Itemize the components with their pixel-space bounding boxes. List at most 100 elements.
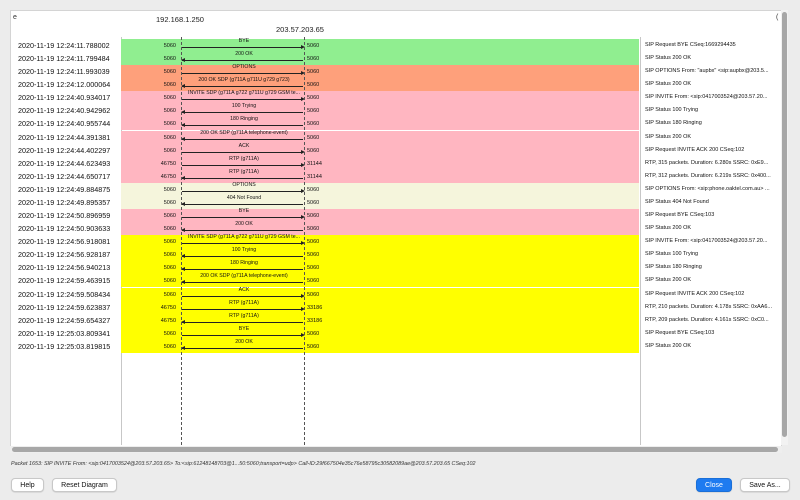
flow-row[interactable]: 2020-11-19 12:24:44.391381 5060 5060 200 OK…	[11, 129, 781, 144]
flow-row[interactable]: 2020-11-19 12:24:40.942962 5060 5060 100 Tr…	[11, 103, 781, 118]
flow-time: 2020-11-19 12:24:44.391381	[18, 132, 111, 142]
flow-left-port: 5060	[163, 56, 176, 63]
flow-comment: SIP Request INVITE ACK 200 CSeq:102	[645, 146, 745, 153]
flow-row[interactable]: 2020-11-19 12:24:49.884875 5060 5060 OPTION…	[11, 182, 781, 196]
flow-arrow-line	[182, 177, 303, 179]
flow-row[interactable]: 2020-11-19 12:24:59.654327 46750 33186 RTP …	[11, 313, 781, 327]
flow-message-label: 200 OK	[235, 51, 253, 58]
flow-message-label: 180 Ringing	[230, 116, 258, 123]
flow-right-port: 5060	[307, 291, 320, 298]
flow-row[interactable]: 2020-11-19 12:24:50.896959 5060 5060 BYE SIP…	[11, 208, 781, 223]
flow-row[interactable]: 2020-11-19 12:24:40.934017 5060 5060 INVITE…	[11, 90, 781, 105]
flow-left-port: 5060	[163, 265, 176, 272]
flow-row[interactable]: 2020-11-19 12:24:11.788002 5060 5060 BYE SIP…	[11, 38, 781, 52]
flow-right-port: 5060	[307, 56, 320, 63]
flow-comment: RTP, 312 packets. Duration: 6.219s SSRC:…	[645, 172, 771, 179]
close-button[interactable]: Close	[696, 478, 732, 492]
reset-diagram-button[interactable]: Reset Diagram	[52, 478, 117, 492]
flow-row[interactable]: 2020-11-19 12:24:11.799484 5060 5060 200 OK…	[11, 51, 781, 66]
flow-time: 2020-11-19 12:24:56.918081	[18, 237, 111, 247]
flow-message-label: 200 OK SDP (g711A telephone-event)	[200, 129, 288, 136]
flow-time: 2020-11-19 12:24:56.928187	[18, 250, 111, 260]
flow-comment: SIP Status 100 Trying	[645, 107, 699, 114]
flow-time: 2020-11-19 12:24:59.463915	[18, 276, 111, 286]
flow-arrow-line	[182, 256, 303, 258]
flow-left-port: 5060	[163, 252, 176, 259]
host-right-lifeline	[304, 37, 305, 445]
flow-right-port: 5060	[307, 186, 320, 193]
vertical-scrollbar[interactable]	[781, 10, 788, 445]
flow-left-port: 46750	[160, 173, 176, 180]
flow-comment: SIP Status 404 Not Found	[645, 198, 709, 205]
flow-comment: SIP OPTIONS From: <sip:phone.oaktel.com.…	[645, 185, 770, 192]
flow-right-port: 33186	[307, 317, 323, 324]
flow-left-port: 46750	[160, 304, 176, 311]
flow-time: 2020-11-19 12:24:40.934017	[18, 93, 111, 103]
flow-time: 2020-11-19 12:24:11.788002	[18, 41, 110, 50]
flow-message-label: 100 Trying	[231, 103, 257, 110]
flow-message-label: ACK	[238, 286, 250, 293]
flow-row[interactable]: 2020-11-19 12:24:49.895357 5060 5060 404 No…	[11, 194, 781, 209]
flow-left-port: 5060	[163, 213, 176, 220]
flow-right-port: 5060	[307, 134, 320, 141]
flow-row[interactable]: 2020-11-19 12:24:44.402297 5060 5060 ACK SIP…	[11, 142, 781, 157]
flow-row[interactable]: 2020-11-19 12:24:11.993039 5060 5060 OPTION…	[11, 64, 781, 79]
flow-row[interactable]: 2020-11-19 12:24:44.623493 46750 31144 RTP …	[11, 156, 781, 170]
flow-left-port: 5060	[163, 108, 176, 115]
flow-right-port: 5060	[307, 265, 320, 272]
flow-message-label: INVITE SDP (g711A g722 g711U g729 GSM te…	[188, 234, 300, 241]
flow-left-port: 5060	[163, 291, 176, 298]
host-left-lifeline	[181, 37, 182, 445]
flow-time: 2020-11-19 12:24:49.895357	[18, 197, 111, 207]
flow-comment: SIP Request BYE CSeq:103	[645, 329, 715, 336]
flow-message-label: 404 Not Found	[226, 194, 262, 201]
flow-time: 2020-11-19 12:24:49.884875	[18, 184, 111, 194]
flow-message-label: BYE	[238, 38, 250, 44]
flow-diagram-panel[interactable]: e ( 192.168.1.250 203.57.203.65 2020-11-…	[10, 10, 782, 447]
flow-row[interactable]: 2020-11-19 12:24:56.928187 5060 5060 100 Tr…	[11, 247, 781, 262]
flow-right-port: 5060	[307, 121, 320, 128]
flow-row[interactable]: 2020-11-19 12:24:40.955744 5060 5060 180 Ri…	[11, 116, 781, 131]
flow-right-port: 5060	[307, 239, 320, 246]
host-left-header: 192.168.1.250	[156, 15, 204, 24]
flow-left-port: 5060	[163, 343, 176, 350]
flow-comment: SIP Status 200 OK	[645, 133, 692, 140]
flow-row[interactable]: 2020-11-19 12:24:56.940213 5060 5060 180 Ri…	[11, 260, 781, 275]
flow-message-label: 200 OK	[235, 338, 253, 345]
help-button[interactable]: Help	[11, 478, 44, 492]
flow-comment: SIP OPTIONS From: "aupbx" <sip:aupbx@203…	[645, 68, 769, 75]
flow-right-port: 5060	[307, 252, 320, 259]
flow-message-label: ACK	[238, 142, 250, 149]
flow-row[interactable]: 2020-11-19 12:24:12.000064 5060 5060 200 OK…	[11, 77, 781, 92]
flow-row[interactable]: 2020-11-19 12:24:59.463915 5060 5060 200 OK…	[11, 273, 781, 288]
flow-arrow-line	[182, 217, 303, 219]
flow-row[interactable]: 2020-11-19 12:25:03.809341 5060 5060 BYE SIP…	[11, 325, 781, 340]
flow-row[interactable]: 2020-11-19 12:24:56.918081 5060 5060 INVITE…	[11, 234, 781, 249]
flow-row[interactable]: 2020-11-19 12:24:59.623837 46750 33186 RTP …	[11, 299, 781, 314]
flow-time: 2020-11-19 12:24:44.623493	[18, 158, 111, 168]
flow-row[interactable]: 2020-11-19 12:24:59.508434 5060 5060 ACK SIP…	[11, 286, 781, 301]
flow-message-label: BYE	[238, 325, 250, 332]
vertical-scrollbar-thumb[interactable]	[782, 12, 787, 437]
flow-row[interactable]: 2020-11-19 12:24:44.650717 46750 31144 RTP …	[11, 169, 781, 183]
horizontal-scrollbar[interactable]	[10, 446, 782, 453]
flow-arrow-line	[182, 125, 303, 127]
flow-comment: SIP Request BYE CSeq:103	[645, 212, 715, 219]
flow-row[interactable]: 2020-11-19 12:24:50.903633 5060 5060 200 OK…	[11, 221, 781, 236]
flow-time: 2020-11-19 12:25:03.809341	[18, 328, 111, 338]
flow-left-port: 5060	[163, 226, 176, 233]
flow-arrow-line	[182, 60, 303, 62]
flow-right-port: 5060	[307, 82, 320, 89]
flow-time: 2020-11-19 12:24:59.623837	[18, 302, 111, 312]
packet-status-text: Packet 1653: SIP INVITE From: <sip:04170…	[11, 461, 476, 467]
flow-arrow-line	[182, 164, 303, 166]
flow-message-label: RTP (g711A)	[229, 299, 259, 306]
flow-time: 2020-11-19 12:24:56.940213	[18, 263, 111, 273]
save-as-button[interactable]: Save As...	[740, 478, 790, 492]
flow-row[interactable]: 2020-11-19 12:25:03.819815 5060 5060 200 OK…	[11, 338, 781, 353]
flow-left-port: 5060	[163, 69, 176, 76]
flow-message-label: 180 Ringing	[230, 260, 258, 267]
flow-comment: SIP Request BYE CSeq:1669294435	[645, 42, 736, 48]
flow-arrow-line	[182, 99, 303, 101]
horizontal-scrollbar-thumb[interactable]	[12, 447, 778, 452]
